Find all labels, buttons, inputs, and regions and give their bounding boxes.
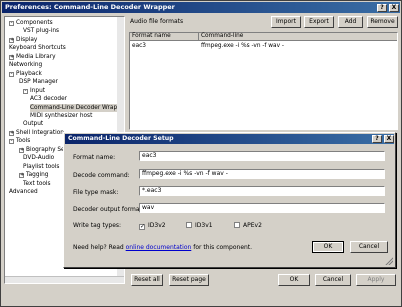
close-button[interactable]: X (389, 4, 399, 12)
tree-item-label: DSP Manager (19, 79, 58, 86)
tree-item[interactable]: Keyboard Shortcuts (9, 44, 66, 52)
window-title: Preferences: Command-Line Decoder Wrappe… (5, 3, 175, 11)
tree-item[interactable]: + Shell Integration (9, 129, 64, 137)
tree-item-label: VST plug-ins (23, 28, 60, 35)
dialog-title: Command-Line Decoder Setup (68, 135, 174, 142)
tree-item-label: Display (16, 36, 38, 43)
tree-item-label: Components (16, 20, 53, 26)
tree-item-label: Input (30, 87, 46, 94)
format-name-input[interactable]: eac3 (139, 151, 385, 161)
tree-item[interactable]: MIDI synthesizer host (30, 112, 92, 120)
help-button[interactable]: ? (377, 4, 387, 12)
tree-item[interactable]: + Tagging (19, 171, 48, 179)
add-button[interactable]: Add (338, 16, 363, 28)
decode-command-input[interactable]: ffmpeg.exe -i %s -vn -f wav - (139, 169, 385, 179)
tree-item-label: Shell Integration (16, 129, 64, 136)
tree-item-label: DVD-Audio (23, 155, 55, 162)
apply-button[interactable]: Apply (356, 274, 396, 286)
tree-horizontal-scrollbar[interactable] (5, 276, 124, 283)
collapse-icon[interactable]: - (9, 71, 14, 77)
tree-item-label: Tagging (26, 172, 49, 179)
format-name-label: Format name: (73, 154, 116, 161)
tree-item-label: Networking (9, 62, 43, 69)
formats-list[interactable]: Format name Command-line eac3 ffmpeg.exe… (129, 32, 398, 130)
tree-item[interactable]: - Components (9, 19, 53, 27)
audio-formats-label: Audio file formats (130, 18, 184, 25)
import-button[interactable]: Import (271, 16, 301, 28)
reset-all-button[interactable]: Reset all (131, 274, 163, 286)
dialog-cancel-button[interactable]: Cancel (350, 241, 388, 253)
collapse-icon[interactable]: - (9, 21, 14, 26)
tree-item-label: MIDI synthesizer host (30, 112, 93, 119)
tree-item-label: Tools (16, 138, 31, 145)
apev2-checkbox[interactable]: APEv2 (234, 222, 262, 229)
row-command-line[interactable]: ffmpeg.exe -i %s -vn -f wav - (199, 42, 397, 50)
ok-button[interactable]: OK (278, 274, 310, 286)
decode-command-label: Decode command: (73, 172, 130, 179)
tree-item[interactable]: Command-Line Decoder Wrappe (30, 103, 125, 112)
online-documentation-link[interactable]: online documentation (126, 244, 192, 251)
dialog-help-button[interactable]: ? (372, 135, 382, 143)
tree-item[interactable]: - Playback (9, 70, 42, 78)
tree-item[interactable]: VST plug-ins (23, 27, 59, 35)
window-titlebar[interactable]: Preferences: Command-Line Decoder Wrappe… (2, 2, 400, 13)
tree-item-label: Output (23, 121, 44, 128)
tree-item-label: AC3 decoder (30, 96, 68, 103)
tree-item[interactable]: + Biography Se (19, 146, 65, 154)
id3v2-checkbox[interactable]: ✓ ID3v2 (139, 222, 166, 230)
tree-item[interactable]: + Media Library (9, 53, 56, 61)
file-type-mask-input[interactable]: *.eac3 (139, 186, 385, 196)
decoder-setup-dialog: Command-Line Decoder Setup ? X Format na… (63, 132, 396, 268)
write-tag-types-label: Write tag types: (73, 222, 122, 229)
file-type-mask-label: File type mask: (73, 189, 119, 196)
expand-icon[interactable]: + (9, 37, 14, 43)
tree-item[interactable]: Playlist tools (23, 163, 59, 171)
output-format-input[interactable]: wav (139, 203, 385, 213)
collapse-icon[interactable]: - (23, 88, 28, 94)
tree-item[interactable]: + Display (9, 36, 37, 44)
tree-item-label: Text tools (23, 180, 51, 187)
tree-item-label: Biography Se (26, 146, 65, 153)
expand-icon[interactable]: + (19, 147, 24, 153)
id3v1-checkbox[interactable]: ID3v1 (186, 222, 213, 229)
preferences-window: Preferences: Command-Line Decoder Wrappe… (0, 0, 402, 307)
tree-item[interactable]: Output (23, 120, 43, 128)
tree-item[interactable]: - Input (23, 87, 45, 95)
checkmark-icon: ✓ (139, 223, 146, 230)
tree-item[interactable]: Advanced (9, 188, 38, 196)
column-header-format-name[interactable]: Format name (130, 33, 199, 41)
tree-item-label: Playback (16, 70, 42, 77)
collapse-icon[interactable]: - (9, 139, 14, 145)
tree-item-label: Media Library (16, 53, 56, 60)
row-format-name[interactable]: eac3 (130, 42, 199, 50)
expand-icon[interactable]: + (9, 54, 14, 60)
help-text: Need help? Read online documentation for… (73, 244, 253, 251)
tree-item-label: Advanced (9, 189, 38, 195)
tree-item[interactable]: Networking (9, 61, 42, 69)
tree-item[interactable]: - Tools (9, 137, 30, 145)
expand-icon[interactable]: + (9, 130, 14, 136)
tree-item[interactable]: Text tools (23, 180, 51, 188)
export-button[interactable]: Export (304, 16, 334, 28)
column-header-command-line[interactable]: Command-line (199, 33, 397, 41)
cancel-button[interactable]: Cancel (315, 274, 351, 286)
tree-item-label: Playlist tools (23, 163, 60, 170)
dialog-close-button[interactable]: X (384, 135, 394, 143)
resize-grip-icon[interactable] (385, 257, 393, 265)
tree-item[interactable]: DVD-Audio (23, 154, 54, 162)
tree-item-label: Keyboard Shortcuts (9, 45, 66, 52)
remove-button[interactable]: Remove (367, 16, 398, 28)
tree-item[interactable]: DSP Manager (19, 78, 58, 86)
expand-icon[interactable]: + (19, 173, 24, 179)
dialog-ok-button[interactable]: OK (312, 241, 344, 253)
tree-item-label: Command-Line Decoder Wrappe (30, 104, 125, 111)
reset-page-button[interactable]: Reset page (169, 274, 209, 286)
output-format-label: Decoder output format: (73, 206, 144, 213)
tree-item[interactable]: AC3 decoder (30, 95, 67, 103)
dialog-titlebar[interactable]: Command-Line Decoder Setup ? X (65, 134, 394, 144)
